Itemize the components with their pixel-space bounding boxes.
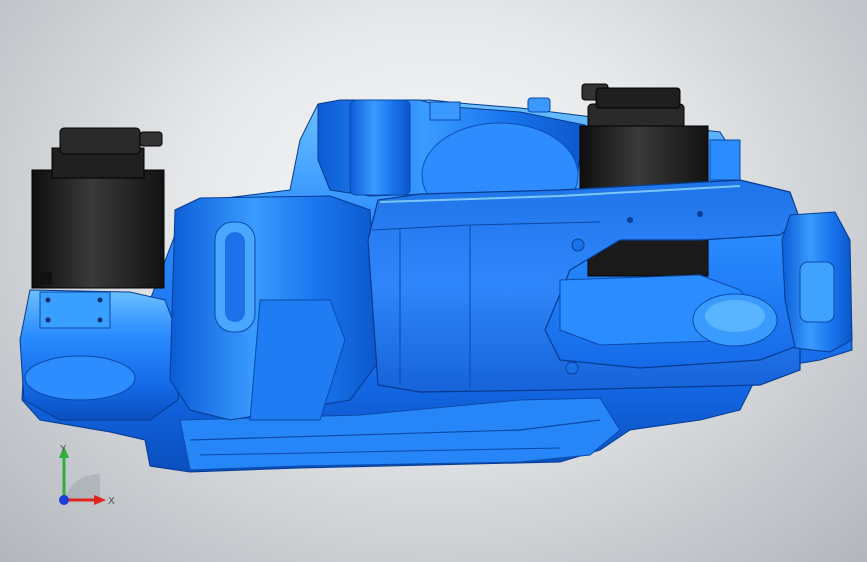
left-gear-housing[interactable] xyxy=(19,289,181,421)
y-axis-label: Y xyxy=(59,444,67,455)
coordinate-triad-icon: Y X xyxy=(59,444,115,507)
shoulder-joint[interactable] xyxy=(169,195,381,421)
x-axis-label: X xyxy=(108,496,115,507)
wrist-flange[interactable] xyxy=(781,211,853,353)
left-servo-motor[interactable] xyxy=(31,127,165,289)
robot-model[interactable] xyxy=(0,0,867,562)
z-axis-dot xyxy=(59,495,69,505)
graphics-viewport[interactable]: Y X xyxy=(0,0,867,562)
